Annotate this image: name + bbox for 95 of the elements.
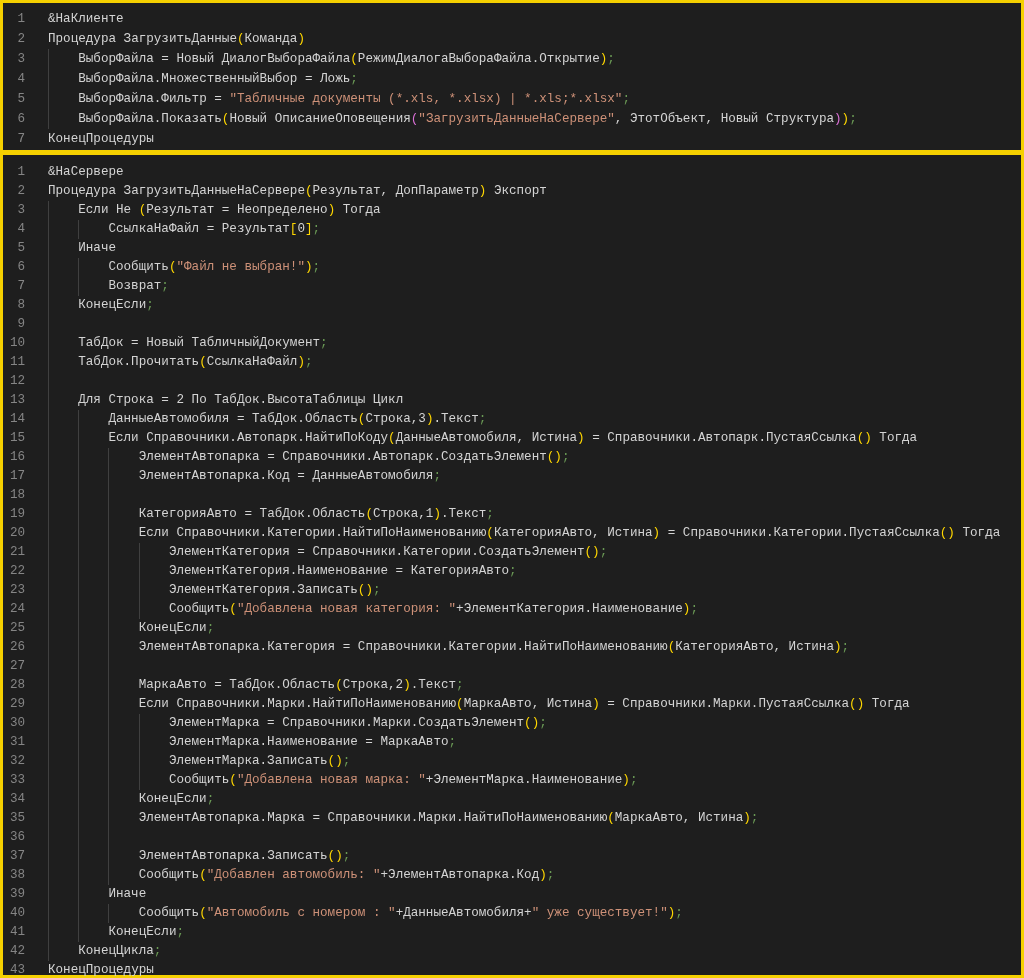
- code-line: Процедура ЗагрузитьДанные(Команда): [48, 30, 305, 48]
- line-number: 16: [8, 449, 25, 467]
- code-line: Если Справочники.Категории.НайтиПоНаименованию(КатегорияАвто, Истина) = Справочники.Категории.ПустаяСсылка() Тогда: [138, 525, 1001, 543]
- line-number: 7: [16, 278, 25, 296]
- line-number: 43: [8, 962, 25, 978]
- code-line: КонецЕсли;: [138, 620, 215, 638]
- line-number: 36: [8, 829, 25, 847]
- line-number: 2: [16, 30, 25, 48]
- line-number: 21: [8, 544, 25, 562]
- line-number: 3: [16, 50, 25, 68]
- code-line: ЭлементМарка = Справочники.Марки.СоздатьЭлемент();: [168, 715, 547, 733]
- line-number: 40: [8, 905, 25, 923]
- code-line: ЭлементКатегория = Справочники.Категории.СоздатьЭлемент();: [168, 544, 608, 562]
- code-line: Иначе: [78, 240, 116, 258]
- line-number: 6: [16, 259, 25, 277]
- code-line: &НаСервере: [48, 164, 124, 182]
- code-line: Возврат;: [108, 278, 169, 296]
- line-number: 41: [8, 924, 25, 942]
- code-line: ВыборФайла.Показать(Новый ОписаниеОповещения("ЗагрузитьДанныеНаСервере", ЭтотОбъект, Новый Структура));: [78, 110, 857, 128]
- code-line: Если Не (Результат = Неопределено) Тогда: [78, 202, 381, 220]
- line-number: 24: [8, 601, 25, 619]
- code-line: ЭлементАвтопарка.Записать();: [138, 848, 351, 866]
- line-number: 27: [8, 658, 25, 676]
- line-number: 5: [16, 90, 25, 108]
- code-line: КонецПроцедуры: [48, 962, 154, 978]
- code-line: &НаКлиенте: [48, 10, 124, 28]
- line-number: 7: [16, 130, 25, 148]
- line-number: 42: [8, 943, 25, 961]
- code-line: Иначе: [108, 886, 147, 904]
- line-number: 35: [8, 810, 25, 828]
- line-number: 13: [8, 392, 25, 410]
- code-line: ЭлементКатегория.Наименование = КатегорияАвто;: [168, 563, 517, 581]
- line-number: 9: [16, 316, 25, 334]
- code-line: ЭлементМарка.Наименование = МаркаАвто;: [168, 734, 457, 752]
- line-number: 33: [8, 772, 25, 790]
- line-number: 34: [8, 791, 25, 809]
- code-line: ЭлементАвтопарка = Справочники.Автопарк.СоздатьЭлемент();: [138, 449, 570, 467]
- line-number: 15: [8, 430, 25, 448]
- line-number: 25: [8, 620, 25, 638]
- line-number: 29: [8, 696, 25, 714]
- code-line: ТабДок.Прочитать(СсылкаНаФайл);: [78, 354, 313, 372]
- code-line: ДанныеАвтомобиля = ТабДок.Область(Строка,3).Текст;: [108, 411, 487, 429]
- line-number: 3: [16, 202, 25, 220]
- line-number: 37: [8, 848, 25, 866]
- line-number: 14: [8, 411, 25, 429]
- code-line: Если Справочники.Марки.НайтиПоНаименованию(МаркаАвто, Истина) = Справочники.Марки.ПустаяСсылка() Тогда: [138, 696, 910, 714]
- line-number: 12: [8, 373, 25, 391]
- line-number: 19: [8, 506, 25, 524]
- line-number: 5: [16, 240, 25, 258]
- code-line: ЭлементМарка.Записать();: [168, 753, 351, 771]
- code-line: Сообщить("Автомобиль с номером : "+ДанныеАвтомобиля+" уже существует!");: [138, 905, 683, 923]
- code-line: ЭлементАвтопарка.Код = ДанныеАвтомобиля;: [138, 468, 441, 486]
- line-number: 18: [8, 487, 25, 505]
- code-line: КатегорияАвто = ТабДок.Область(Строка,1).Текст;: [138, 506, 494, 524]
- line-number: 28: [8, 677, 25, 695]
- line-number: 31: [8, 734, 25, 752]
- code-line: КонецПроцедуры: [48, 130, 154, 148]
- code-line: МаркаАвто = ТабДок.Область(Строка,2).Текст;: [138, 677, 464, 695]
- line-number: 4: [16, 70, 25, 88]
- line-number: 17: [8, 468, 25, 486]
- line-number: 10: [8, 335, 25, 353]
- code-line: Сообщить("Добавлен автомобиль: "+ЭлементАвтопарка.Код);: [138, 867, 555, 885]
- line-number: 30: [8, 715, 25, 733]
- code-line: ЭлементКатегория.Записать();: [168, 582, 381, 600]
- code-line: Процедура ЗагрузитьДанныеНаСервере(Результат, ДопПараметр) Экспорт: [48, 183, 547, 201]
- code-line: КонецЕсли;: [78, 297, 154, 315]
- code-line: КонецЕсли;: [138, 791, 215, 809]
- line-number: 38: [8, 867, 25, 885]
- code-line: ЭлементАвтопарка.Категория = Справочники.Категории.НайтиПоНаименованию(КатегорияАвто, Истина);: [138, 639, 850, 657]
- code-line: Для Строка = 2 По ТабДок.ВысотаТаблицы Цикл: [78, 392, 404, 410]
- code-line: ВыборФайла.МножественныйВыбор = Ложь;: [78, 70, 358, 88]
- line-number: 26: [8, 639, 25, 657]
- line-number: 6: [16, 110, 25, 128]
- code-line: Сообщить("Добавлена новая марка: "+ЭлементМарка.Наименование);: [168, 772, 638, 790]
- code-line: ВыборФайла = Новый ДиалогВыбораФайла(РежимДиалогаВыбораФайла.Открытие);: [78, 50, 615, 68]
- line-number: 1: [16, 10, 25, 28]
- line-number: 22: [8, 563, 25, 581]
- code-line: ЭлементАвтопарка.Марка = Справочники.Марки.НайтиПоНаименованию(МаркаАвто, Истина);: [138, 810, 759, 828]
- code-line: КонецЦикла;: [78, 943, 162, 961]
- code-line: СсылкаНаФайл = Результат[0];: [108, 221, 321, 239]
- line-number: 4: [16, 221, 25, 239]
- line-number: 39: [8, 886, 25, 904]
- line-number: 20: [8, 525, 25, 543]
- code-line: ТабДок = Новый ТабличныйДокумент;: [78, 335, 328, 353]
- line-number: 8: [16, 297, 25, 315]
- code-line: Если Справочники.Автопарк.НайтиПоКоду(ДанныеАвтомобиля, Истина) = Справочники.Автопарк.ПустаяСсылка() Тогда: [108, 430, 918, 448]
- code-line: Сообщить("Файл не выбран!");: [108, 259, 321, 277]
- line-number: 1: [16, 164, 25, 182]
- line-number: 32: [8, 753, 25, 771]
- code-line: КонецЕсли;: [108, 924, 185, 942]
- line-number: 2: [16, 183, 25, 201]
- line-number: 11: [8, 354, 25, 372]
- code-line: Сообщить("Добавлена новая категория: "+ЭлементКатегория.Наименование);: [168, 601, 698, 619]
- line-number: 23: [8, 582, 25, 600]
- code-line: ВыборФайла.Фильтр = "Табличные документы (*.xls, *.xlsx) | *.xls;*.xlsx";: [78, 90, 630, 108]
